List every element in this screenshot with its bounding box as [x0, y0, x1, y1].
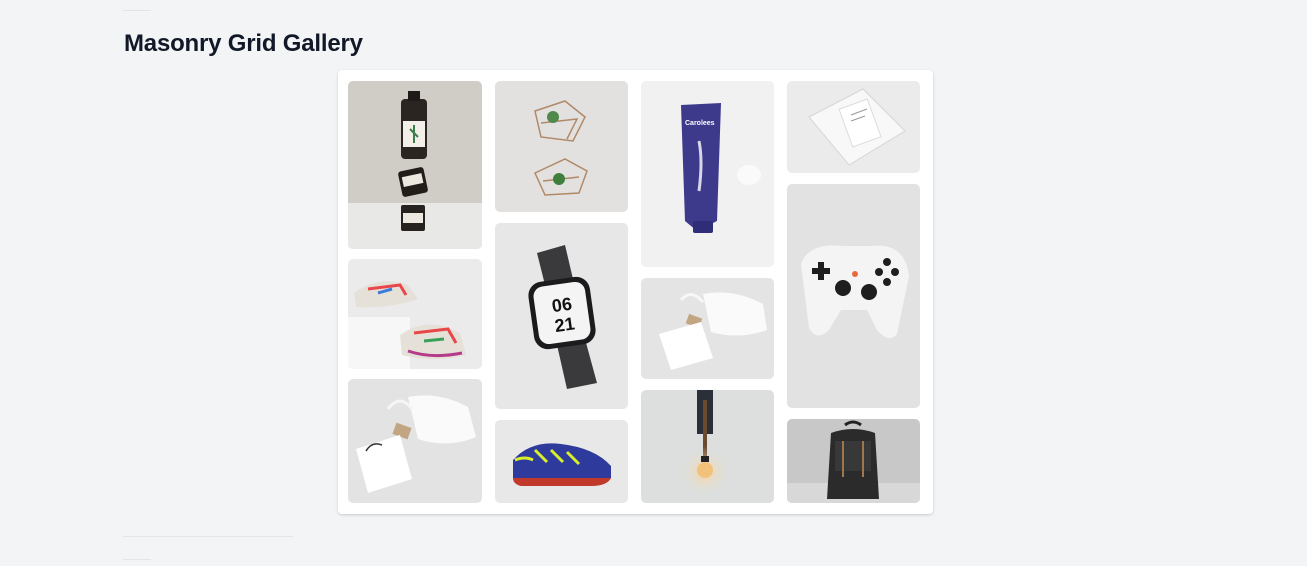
svg-text:Carolees: Carolees	[685, 120, 715, 127]
gallery-item-bottle-stack[interactable]	[348, 81, 482, 249]
gallery-card: 06 21 Carolees	[338, 70, 933, 514]
gallery-item-sneakers[interactable]	[348, 259, 482, 369]
gallery-item-drawstring-pouch[interactable]	[641, 278, 774, 379]
gallery-item-cream-tube[interactable]: Carolees	[641, 81, 774, 267]
gallery-item-soccer-shoe[interactable]	[495, 420, 628, 503]
svg-text:06: 06	[551, 294, 574, 317]
divider	[123, 559, 151, 560]
gallery-item-leather-backpack[interactable]	[787, 419, 920, 503]
gallery-item-tote-pouch[interactable]	[348, 379, 482, 503]
gallery-item-pendant-lamp[interactable]	[641, 390, 774, 503]
gallery-item-air-plant-shelves[interactable]	[495, 81, 628, 212]
divider	[123, 10, 151, 11]
divider	[123, 536, 293, 537]
gallery-item-game-controller[interactable]	[787, 184, 920, 408]
page-title: Masonry Grid Gallery	[124, 30, 363, 57]
gallery-item-ziplock-bag[interactable]	[787, 81, 920, 173]
page: Masonry Grid Gallery 06 21 Carolees	[0, 0, 1307, 566]
gallery-item-smartwatch[interactable]: 06 21	[495, 223, 628, 409]
svg-text:21: 21	[553, 313, 576, 336]
